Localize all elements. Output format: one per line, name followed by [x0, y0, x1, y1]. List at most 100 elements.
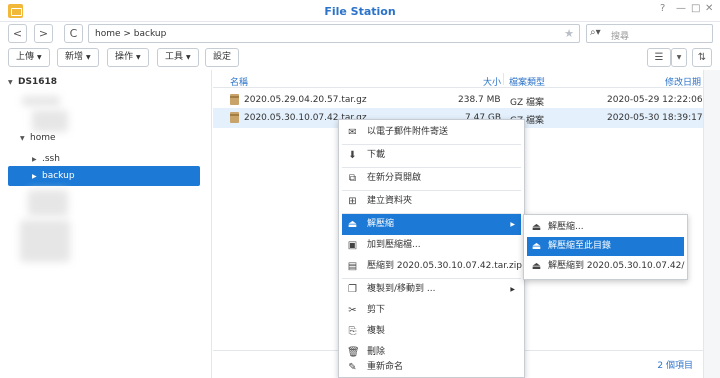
menu-item-copy-move[interactable]: ❐ 複製到/移動到 ... ▶	[342, 279, 521, 300]
chevron-right-icon: ▶	[32, 173, 37, 180]
title-bar: File Station ? — □ ✕	[0, 0, 720, 22]
chevron-down-icon: ▼	[136, 54, 141, 61]
extract-icon: ⏏	[531, 222, 542, 233]
tree-node-root[interactable]: ▼ DS1618	[8, 72, 57, 92]
scissors-icon: ✂	[348, 305, 357, 316]
upload-label: 上傳	[16, 52, 35, 62]
file-modified: 2020-05-29 12:22:06	[607, 95, 703, 105]
tools-label: 工具	[165, 52, 184, 62]
submenu-label: 解壓縮到 2020.05.30.10.07.42/	[548, 261, 685, 271]
menu-item-rename[interactable]: ✎ 重新命名	[342, 357, 521, 378]
maximize-icon[interactable]: □	[691, 3, 700, 14]
menu-item-download[interactable]: ⬇ 下載	[342, 145, 521, 166]
tree-label: backup	[42, 171, 75, 181]
close-icon[interactable]: ✕	[705, 3, 713, 14]
extract-submenu: ⏏ 解壓縮... ⏏ 解壓縮至此目錄 ⏏ 解壓縮到 2020.05.30.10.07.…	[523, 214, 688, 280]
file-modified: 2020-05-30 18:39:17	[607, 113, 703, 123]
menu-label: 複製	[367, 326, 386, 336]
list-view-icon[interactable]: ☰	[647, 48, 671, 67]
search-placeholder: 搜尋	[611, 32, 630, 42]
chevron-down-icon: ▼	[86, 54, 91, 61]
back-button[interactable]: <	[8, 24, 27, 43]
menu-item-open-new-tab[interactable]: ⧉ 在新分頁開啟	[342, 168, 521, 189]
context-menu: ✉ 以電子郵件附件寄送 ⬇ 下載 ⧉ 在新分頁開啟 ⊞ 建立資料夾 ⏏ 解壓縮 ▶ ▣ 加到壓…	[338, 119, 525, 378]
path-bar[interactable]: home > backup ★	[88, 24, 580, 43]
copy-move-icon: ❐	[348, 284, 357, 295]
search-input[interactable]: ⌕▾ 搜尋	[586, 24, 713, 43]
path-text: home > backup	[95, 29, 167, 39]
submenu-label: 解壓縮至此目錄	[548, 241, 612, 251]
submenu-item-extract-dialog[interactable]: ⏏ 解壓縮...	[527, 218, 684, 237]
extract-icon: ⏏	[347, 219, 358, 230]
menu-item-extract[interactable]: ⏏ 解壓縮 ▶	[342, 214, 521, 235]
archive-file-icon	[230, 112, 239, 123]
favorite-star-icon[interactable]: ★	[564, 27, 574, 40]
download-icon: ⬇	[348, 150, 357, 161]
tools-button[interactable]: 工具 ▼	[157, 48, 199, 67]
file-name: 2020.05.29.04.20.57.tar.gz	[244, 95, 367, 105]
menu-item-create-folder[interactable]: ⊞ 建立資料夾	[342, 191, 521, 212]
menu-item-cut[interactable]: ✂ 剪下	[342, 300, 521, 321]
tree-label: .ssh	[42, 154, 60, 164]
column-name[interactable]: 名稱	[230, 75, 248, 88]
create-label: 新增	[65, 52, 84, 62]
chevron-down-icon: ▼	[8, 79, 13, 86]
pencil-icon: ✎	[348, 362, 357, 373]
submenu-item-extract-to[interactable]: ⏏ 解壓縮到 2020.05.30.10.07.42/	[527, 257, 685, 276]
tree-node-home[interactable]: ▼ home	[20, 128, 56, 148]
window-title: File Station	[324, 5, 396, 18]
navigation-bar: < > C home > backup ★ ⌕▾ 搜尋	[0, 22, 720, 46]
menu-label: 壓縮到 2020.05.30.10.07.42.tar.zip	[367, 261, 522, 271]
archive-icon: ▣	[347, 240, 358, 251]
tree-node-backup[interactable]: ▶ backup	[8, 166, 200, 186]
vertical-scrollbar[interactable]	[703, 70, 720, 378]
new-tab-icon: ⧉	[348, 173, 357, 184]
column-size[interactable]: 大小	[483, 75, 501, 88]
menu-item-add-archive[interactable]: ▣ 加到壓縮檔...	[342, 235, 521, 256]
menu-label: 加到壓縮檔...	[367, 240, 421, 250]
menu-item-compress-to[interactable]: ▤ 壓縮到 2020.05.30.10.07.42.tar.zip	[342, 256, 522, 277]
redacted-block	[20, 220, 70, 262]
submenu-label: 解壓縮...	[548, 222, 584, 232]
copy-icon: ⎘	[348, 326, 357, 337]
menu-label: 建立資料夾	[367, 196, 413, 206]
action-button[interactable]: 操作 ▼	[107, 48, 149, 67]
settings-button[interactable]: 設定	[205, 48, 240, 67]
column-modified[interactable]: 修改日期	[665, 75, 701, 88]
extract-icon: ⏏	[531, 241, 542, 252]
menu-item-email[interactable]: ✉ 以電子郵件附件寄送	[342, 122, 521, 143]
help-icon[interactable]: ?	[660, 3, 665, 14]
view-dropdown-icon[interactable]: ▼	[671, 48, 687, 67]
create-button[interactable]: 新增 ▼	[57, 48, 99, 67]
menu-label: 複製到/移動到 ...	[367, 284, 436, 294]
submenu-item-extract-here[interactable]: ⏏ 解壓縮至此目錄	[527, 237, 684, 256]
chevron-down-icon: ▼	[186, 54, 191, 61]
chevron-down-icon: ▼	[37, 54, 42, 61]
menu-label: 重新命名	[367, 362, 404, 372]
file-type: GZ 檔案	[510, 98, 545, 108]
table-header: 名稱 大小 檔案類型 修改日期	[213, 70, 703, 88]
chevron-right-icon: ▶	[510, 286, 515, 293]
item-count: 2 個項目	[657, 361, 693, 371]
menu-label: 下載	[367, 150, 386, 160]
menu-label: 剪下	[367, 305, 386, 315]
column-type[interactable]: 檔案類型	[509, 75, 545, 88]
file-size: 238.7 MB	[458, 95, 501, 105]
menu-label: 刪除	[367, 347, 386, 357]
menu-item-copy[interactable]: ⎘ 複製	[342, 321, 521, 342]
column-divider	[503, 73, 504, 85]
chevron-down-icon: ▼	[20, 135, 25, 142]
sort-icon[interactable]: ⇅	[692, 48, 712, 67]
tree-label: home	[30, 133, 56, 143]
refresh-button[interactable]: C	[64, 24, 83, 43]
table-row[interactable]: 2020.05.29.04.20.57.tar.gz 238.7 MB GZ 檔…	[213, 90, 703, 110]
upload-button[interactable]: 上傳 ▼	[8, 48, 50, 67]
menu-label: 解壓縮	[367, 219, 395, 229]
extract-icon: ⏏	[531, 261, 542, 272]
create-folder-icon: ⊞	[348, 196, 357, 207]
sidebar: ▼ DS1618 ▼ home ▶ .ssh ▶ backup	[0, 70, 212, 378]
tree-label: DS1618	[18, 77, 58, 87]
forward-button[interactable]: >	[34, 24, 53, 43]
archive-file-icon	[230, 94, 239, 105]
minimize-icon[interactable]: —	[676, 3, 686, 14]
